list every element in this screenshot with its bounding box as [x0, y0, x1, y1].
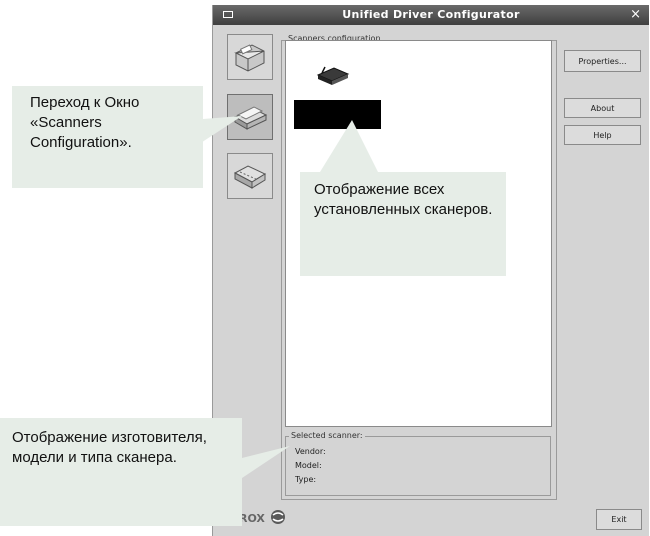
callout-scanner-info: Отображение изготовителя, модели и типа …: [0, 418, 242, 526]
callout-navigation: Переход к Окно «Scanners Configuration».: [12, 86, 203, 188]
callout-scanner-list: Отображение всех установленных сканеров.: [300, 172, 506, 276]
